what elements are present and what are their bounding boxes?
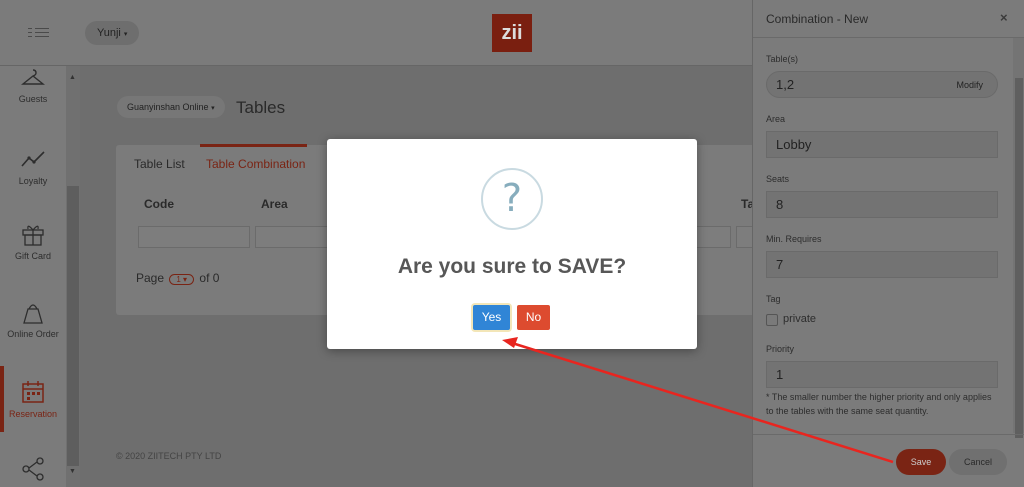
scrollbar-thumb[interactable] — [67, 186, 79, 466]
confirm-dialog: ? Are you sure to SAVE? Yes No — [327, 139, 697, 349]
sidebar-item-reservation[interactable]: Reservation — [0, 379, 66, 419]
bag-icon — [23, 304, 43, 324]
menu-icon[interactable] — [28, 26, 50, 40]
tables-field[interactable]: 1,2 Modify — [766, 71, 998, 98]
drawer-scrollbar[interactable] — [1013, 38, 1024, 438]
user-dropdown[interactable]: Yunji ▾ — [85, 21, 140, 45]
code-filter-input[interactable] — [138, 226, 250, 248]
area-label: Area — [766, 114, 786, 124]
tab-underline — [200, 144, 307, 147]
question-icon: ? — [481, 168, 543, 230]
sidebar-item-online-order[interactable]: Online Order — [0, 299, 66, 339]
combination-drawer: Combination - New × Table(s) 1,2 Modify … — [752, 0, 1024, 487]
scrollbar-thumb[interactable] — [1015, 78, 1023, 438]
priority-field[interactable]: 1 — [766, 361, 998, 388]
column-header-area: Area — [261, 197, 288, 211]
shop-dropdown[interactable]: Guanyinshan Online ▾ — [117, 96, 225, 118]
tables-value: 1,2 — [776, 77, 795, 92]
priority-label: Priority — [766, 344, 795, 354]
scroll-up-icon[interactable]: ▲ — [69, 74, 76, 81]
min-requires-label: Min. Requires — [766, 234, 822, 244]
save-button[interactable]: Save — [896, 449, 946, 475]
seats-label: Seats — [766, 174, 790, 184]
page-selector[interactable]: 1 ▾ — [169, 274, 195, 285]
modify-button[interactable]: Modify — [956, 72, 983, 98]
column-header-code: Code — [144, 197, 174, 211]
private-checkbox-label[interactable]: private — [783, 313, 816, 325]
scroll-down-icon[interactable]: ▼ — [69, 468, 76, 475]
sidebar-item-gift-card[interactable]: Gift Card — [0, 221, 66, 261]
user-name: Yunji — [97, 27, 121, 39]
pager: Page 1 ▾ of 0 — [136, 271, 219, 285]
tab-table-combination[interactable]: Table Combination — [206, 157, 305, 171]
dialog-title: Are you sure to SAVE? — [397, 255, 627, 278]
sidebar-scrollbar[interactable]: ▲ ▼ — [66, 66, 80, 487]
page-number: 1 — [176, 275, 181, 284]
seats-field[interactable]: 8 — [766, 191, 998, 218]
calendar-icon — [22, 381, 44, 403]
sidebar: Guests Loyalty Gift Card Online Order Re… — [0, 66, 80, 487]
sidebar-item-loyalty[interactable]: Loyalty — [0, 146, 66, 186]
sidebar-item-guests[interactable]: Guests — [0, 66, 66, 104]
area-field[interactable]: Lobby — [766, 131, 998, 158]
logo: zii — [492, 14, 532, 52]
close-icon[interactable]: × — [1000, 10, 1008, 25]
area-filter-input[interactable] — [255, 226, 335, 248]
caret-down-icon: ▾ — [211, 105, 215, 112]
min-requires-field[interactable]: 7 — [766, 251, 998, 278]
trend-icon — [21, 151, 45, 167]
sidebar-item-label: Reservation — [8, 409, 58, 419]
tab-table-list[interactable]: Table List — [134, 157, 185, 171]
tables-label: Table(s) — [766, 54, 799, 64]
private-checkbox[interactable] — [766, 314, 778, 326]
no-button[interactable]: No — [517, 305, 550, 330]
page-title: Tables — [236, 98, 286, 117]
share-icon — [22, 457, 44, 481]
hanger-icon — [21, 69, 45, 85]
sidebar-item-label: Gift Card — [14, 251, 51, 261]
question-mark: ? — [501, 176, 523, 220]
cancel-button[interactable]: Cancel — [949, 449, 1007, 475]
caret-down-icon: ▾ — [123, 31, 128, 38]
sidebar-item-share[interactable] — [0, 456, 66, 486]
gift-icon — [22, 225, 44, 246]
sidebar-item-label: Loyalty — [18, 176, 48, 186]
divider — [753, 37, 1024, 38]
top-bar: Yunji ▾ zii — [0, 0, 752, 66]
shop-name: Guanyinshan Online — [127, 102, 209, 112]
tag-label: Tag — [766, 294, 781, 304]
priority-hint: * The smaller number the higher priority… — [766, 392, 992, 416]
pager-prefix: Page — [136, 271, 165, 285]
sidebar-item-label: Guests — [18, 94, 48, 104]
yes-button[interactable]: Yes — [473, 305, 510, 330]
pager-suffix: of 0 — [199, 271, 220, 285]
drawer-title: Combination - New — [766, 12, 869, 26]
divider — [753, 434, 1024, 435]
sidebar-item-label: Online Order — [7, 329, 59, 339]
footer-copyright: © 2020 ZIITECH PTY LTD — [116, 451, 222, 461]
